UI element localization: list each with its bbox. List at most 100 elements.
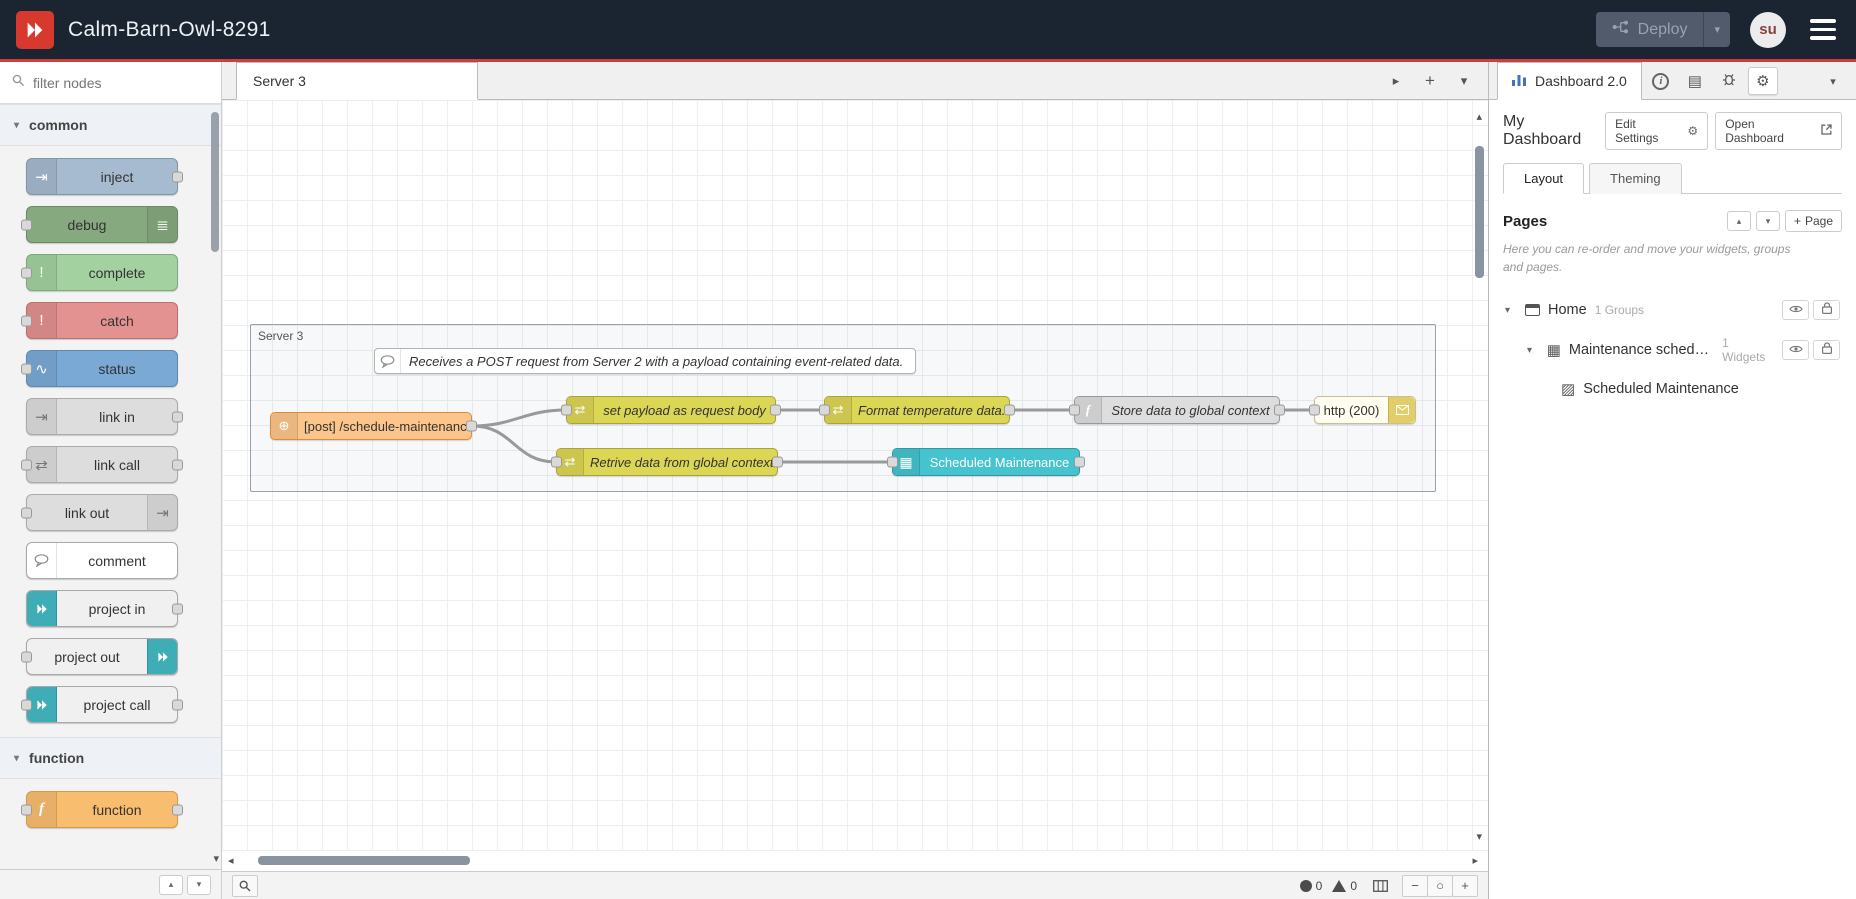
tab-theming[interactable]: Theming <box>1589 163 1682 194</box>
collapse-pages-button[interactable]: ▴ <box>1726 211 1751 231</box>
visibility-button[interactable] <box>1782 300 1809 320</box>
palette-node-comment[interactable]: comment <box>26 542 178 579</box>
expand-all-button[interactable]: ▾ <box>187 874 211 895</box>
palette-node-status[interactable]: ∿ status <box>21 350 178 387</box>
node-port[interactable] <box>1004 404 1015 416</box>
deploy-button[interactable]: Deploy ▾ <box>1595 12 1730 47</box>
visibility-button[interactable] <box>1782 340 1810 360</box>
palette-node-project-in[interactable]: project in <box>26 590 183 627</box>
node-port[interactable] <box>1069 404 1080 416</box>
deploy-button-main[interactable]: Deploy <box>1596 12 1704 47</box>
node-port[interactable] <box>172 459 183 470</box>
tab-debug[interactable] <box>1714 67 1744 95</box>
tab-config[interactable]: ⚙ <box>1747 67 1778 95</box>
user-avatar[interactable]: su <box>1750 11 1786 48</box>
canvas-scroll-up-icon[interactable]: ▴ <box>1476 110 1482 123</box>
lock-button[interactable] <box>1813 300 1840 320</box>
tab-help[interactable]: ▤ <box>1680 67 1710 95</box>
http-in-node[interactable]: ⊕ [post] /schedule-maintenance <box>270 412 477 440</box>
chevron-down-icon[interactable]: ▾ <box>1505 305 1517 316</box>
http-response-node[interactable]: http (200) <box>1309 396 1416 424</box>
palette-node-complete[interactable]: ! complete <box>21 254 178 291</box>
tab-dashboard-2[interactable]: Dashboard 2.0 <box>1497 62 1642 100</box>
node-port[interactable] <box>21 699 32 710</box>
node-port[interactable] <box>21 363 32 374</box>
node-port[interactable] <box>21 651 32 662</box>
tab-layout[interactable]: Layout <box>1503 163 1585 194</box>
palette-node-function[interactable]: f function <box>21 791 183 828</box>
node-port[interactable] <box>770 404 781 416</box>
deploy-options-button[interactable]: ▾ <box>1703 12 1730 47</box>
collapse-all-button[interactable]: ▴ <box>159 874 183 895</box>
node-port[interactable] <box>819 404 830 416</box>
add-page-button[interactable]: + Page <box>1784 210 1842 232</box>
node-port[interactable] <box>172 411 183 422</box>
expand-pages-button[interactable]: ▾ <box>1755 211 1780 231</box>
palette-filter-input[interactable] <box>33 74 209 91</box>
change-node-set-payload[interactable]: ⇄ set payload as request body <box>561 396 781 424</box>
canvas-scroll-down-icon[interactable]: ▾ <box>1476 830 1482 843</box>
main-menu-button[interactable] <box>1806 15 1840 44</box>
sidebar-menu-button[interactable]: ▾ <box>1818 67 1848 95</box>
tab-scroll-right-button[interactable]: ▸ <box>1382 68 1410 94</box>
lock-button[interactable] <box>1813 340 1841 360</box>
chevron-down-icon[interactable]: ▾ <box>1527 345 1539 356</box>
zoom-reset-button[interactable]: ○ <box>1427 874 1453 897</box>
function-node-store-global[interactable]: f Store data to global context <box>1069 396 1285 424</box>
node-port[interactable] <box>466 420 477 432</box>
palette-scroll-down-icon[interactable]: ▾ <box>213 852 219 865</box>
palette-node-catch[interactable]: ! catch <box>21 302 178 339</box>
palette-category-common[interactable]: ▾ common <box>0 104 221 146</box>
flow-canvas[interactable]: Server 3 Receives a POST request from Se… <box>222 100 1488 851</box>
canvas-scroll-left-icon[interactable]: ◂ <box>228 854 234 867</box>
node-port[interactable] <box>21 219 32 230</box>
node-port[interactable] <box>21 507 32 518</box>
node-port[interactable] <box>1274 404 1285 416</box>
canvas-hscrollbar[interactable]: ◂ ▸ <box>222 851 1488 871</box>
add-flow-button[interactable]: + <box>1416 68 1444 94</box>
flow-tab-server-3[interactable]: Server 3 <box>236 62 478 100</box>
zoom-in-button[interactable]: + <box>1452 874 1478 897</box>
canvas-scroll-right-icon[interactable]: ▸ <box>1472 854 1478 867</box>
node-port[interactable] <box>887 456 898 468</box>
change-node-format-temperature[interactable]: ⇄ Format temperature data. <box>819 396 1015 424</box>
tab-info[interactable]: i <box>1646 67 1676 95</box>
palette-category-function[interactable]: ▾ function <box>0 737 221 779</box>
node-port[interactable] <box>172 603 183 614</box>
palette-node-debug[interactable]: ≣ debug <box>21 206 178 243</box>
palette-node-inject[interactable]: ⇥ inject <box>26 158 183 195</box>
palette-scroll-area[interactable]: ▾ common ⇥ inject ≣ debug ! complete ! c… <box>0 104 221 869</box>
navigator-button[interactable] <box>1367 875 1393 897</box>
search-flows-button[interactable] <box>232 874 258 897</box>
node-port[interactable] <box>1074 456 1085 468</box>
node-port[interactable] <box>172 699 183 710</box>
ui-table-node[interactable]: ▦ Scheduled Maintenance <box>887 448 1085 476</box>
palette-scrollbar-thumb[interactable] <box>211 112 219 252</box>
node-port[interactable] <box>1309 404 1320 416</box>
node-port[interactable] <box>551 456 562 468</box>
edit-settings-button[interactable]: Edit Settings ⚙ <box>1605 112 1709 150</box>
warning-count[interactable]: 0 <box>1332 879 1357 893</box>
tree-row-group-maintenance[interactable]: ▾ ▦ Maintenance schedul... 1 Widgets <box>1503 328 1842 372</box>
flow-list-button[interactable]: ▾ <box>1450 68 1478 94</box>
palette-node-link-in[interactable]: ⇥ link in <box>26 398 183 435</box>
tree-row-widget-scheduled-maintenance[interactable]: ▨ Scheduled Maintenance <box>1503 372 1842 406</box>
palette-node-link-out[interactable]: ⇥ link out <box>21 494 178 531</box>
node-port[interactable] <box>561 404 572 416</box>
canvas-hscrollbar-thumb[interactable] <box>258 856 470 865</box>
node-port[interactable] <box>21 459 32 470</box>
zoom-out-button[interactable]: − <box>1402 874 1428 897</box>
tree-row-page-home[interactable]: ▾ Home 1 Groups <box>1503 292 1842 328</box>
node-port[interactable] <box>21 267 32 278</box>
node-port[interactable] <box>21 804 32 815</box>
palette-node-project-call[interactable]: project call <box>21 686 183 723</box>
change-node-retrieve-global[interactable]: ⇄ Retrive data from global context <box>551 448 783 476</box>
comment-node[interactable]: Receives a POST request from Server 2 wi… <box>374 348 917 374</box>
node-port[interactable] <box>172 171 183 182</box>
palette-node-link-call[interactable]: ⇄ link call <box>21 446 183 483</box>
node-port[interactable] <box>21 315 32 326</box>
node-port[interactable] <box>772 456 783 468</box>
error-count[interactable]: 0 <box>1299 879 1322 893</box>
canvas-vscrollbar-thumb[interactable] <box>1475 146 1484 278</box>
open-dashboard-button[interactable]: Open Dashboard <box>1715 112 1842 150</box>
